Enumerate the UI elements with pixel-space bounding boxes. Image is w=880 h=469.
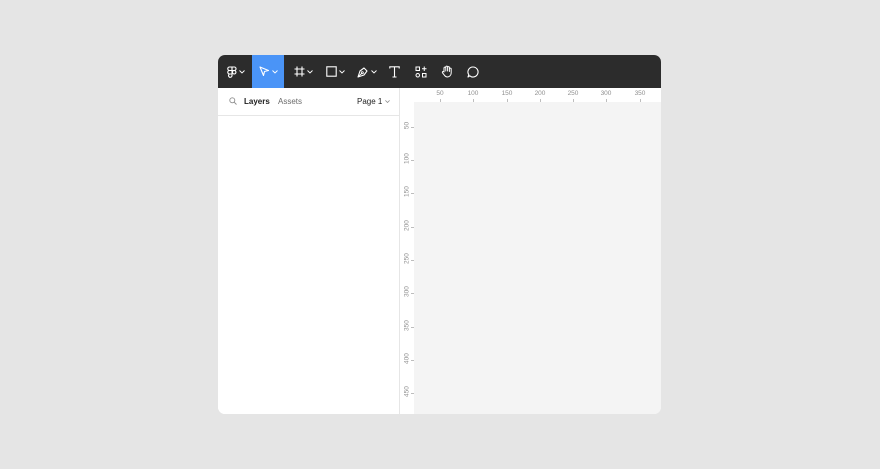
frame-tool-button[interactable]	[290, 55, 316, 88]
app-window: Layers Assets Page 1 50 100 150 200 250 …	[218, 55, 661, 414]
pen-icon	[357, 66, 368, 78]
chevron-down-icon	[338, 69, 345, 74]
ruler-x-label: 150	[501, 90, 513, 97]
hand-icon	[441, 65, 452, 78]
panel-header: Layers Assets Page 1	[218, 88, 399, 116]
shape-tool-button[interactable]	[322, 55, 348, 88]
ruler-y-label: 200	[403, 220, 411, 231]
main-menu-button[interactable]	[222, 55, 250, 88]
chevron-down-icon	[306, 69, 313, 74]
rectangle-icon	[325, 66, 337, 77]
design-canvas[interactable]	[414, 102, 661, 414]
tab-assets[interactable]: Assets	[278, 97, 302, 106]
ruler-x-label: 250	[567, 90, 579, 97]
cursor-icon	[258, 66, 269, 77]
chevron-down-icon	[239, 69, 245, 74]
resources-icon	[415, 66, 427, 77]
page-selector[interactable]: Page 1	[357, 97, 391, 106]
ruler-x-label: 300	[600, 90, 612, 97]
ruler-y-label: 100	[403, 153, 411, 164]
ruler-x-label: 50	[436, 90, 444, 97]
figma-logo-icon	[227, 65, 237, 78]
layers-panel: Layers Assets Page 1	[218, 88, 400, 414]
chevron-down-icon	[371, 69, 377, 74]
move-tool-button[interactable]	[252, 55, 284, 88]
ruler-y-label: 250	[403, 253, 411, 264]
ruler-x-label: 200	[534, 90, 546, 97]
chevron-down-icon	[271, 69, 278, 74]
page-label: Page 1	[357, 97, 383, 106]
hand-tool-button[interactable]	[437, 55, 457, 88]
pen-tool-button[interactable]	[354, 55, 380, 88]
ruler-horizontal[interactable]: 50 100 150 200 250 300 350	[400, 88, 661, 103]
ruler-y-label: 150	[403, 186, 411, 197]
resources-tool-button[interactable]	[411, 55, 431, 88]
ruler-vertical[interactable]: 50 100 150 200 250 300 350 400 450	[400, 102, 415, 414]
comment-icon	[467, 65, 479, 78]
ruler-y-label: 450	[403, 386, 411, 397]
ruler-y-label: 400	[403, 353, 411, 364]
ruler-y-label: 300	[403, 286, 411, 297]
chevron-down-icon	[385, 100, 391, 103]
toolbar	[218, 55, 661, 88]
ruler-x-label: 350	[634, 90, 646, 97]
ruler-y-label: 50	[403, 121, 411, 130]
frame-icon	[294, 66, 304, 77]
tab-layers[interactable]: Layers	[244, 97, 270, 106]
text-icon	[388, 65, 400, 78]
ruler-y-label: 350	[403, 320, 411, 331]
ruler-x-label: 100	[467, 90, 479, 97]
comment-tool-button[interactable]	[463, 55, 483, 88]
search-icon[interactable]	[229, 97, 237, 107]
text-tool-button[interactable]	[384, 55, 404, 88]
